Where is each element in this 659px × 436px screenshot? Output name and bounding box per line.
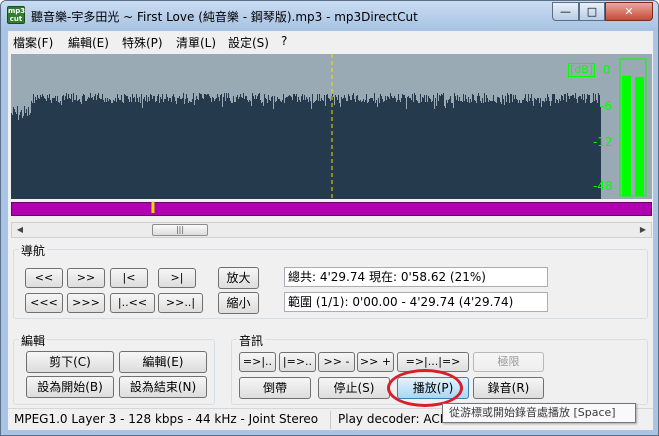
- nav-go-start-button[interactable]: |<: [110, 268, 148, 288]
- db-label-48: -48: [593, 179, 613, 193]
- play-tooltip: 從游標或開始錄音處播放 [Space]: [442, 403, 636, 423]
- position-bar[interactable]: [11, 202, 652, 216]
- nav-selection-start-button[interactable]: |..<<: [110, 293, 155, 313]
- nav-group-label: 導航: [19, 242, 48, 259]
- level-meter-right: [635, 76, 644, 196]
- range-display: 範圍 (1/1): 0'00.00 - 4'29.74 (4'29.74): [284, 292, 548, 312]
- edit-group-label: 編輯: [19, 332, 48, 349]
- db-label-12: -12: [593, 135, 613, 149]
- speed-up-button[interactable]: >> +: [357, 352, 394, 372]
- menu-help[interactable]: ?: [281, 34, 287, 48]
- status-divider: [330, 411, 331, 429]
- close-button[interactable]: ✕: [605, 2, 653, 21]
- set-end-button[interactable]: 設為結束(N): [119, 376, 207, 398]
- waveform-trace: [11, 93, 601, 199]
- menu-list[interactable]: 清單(L): [176, 34, 216, 51]
- decoder-status: Play decoder: ACM: [338, 412, 451, 426]
- window-title: 聽音樂-宇多田光 ~ First Love (純音樂 - 鋼琴版).mp3 - …: [31, 10, 418, 24]
- waveform-graph[interactable]: [11, 54, 652, 199]
- waveform-view[interactable]: [dB] 0 -6 -12 -48: [11, 54, 652, 199]
- limit-button[interactable]: 極限: [473, 352, 544, 372]
- speed-down-button[interactable]: >> -: [318, 352, 355, 372]
- nav-back-button[interactable]: <<: [25, 268, 63, 288]
- scroll-right-icon[interactable]: ▶: [635, 223, 651, 237]
- play-to-cursor-button[interactable]: =>|..: [239, 352, 276, 372]
- minimize-button[interactable]: —: [552, 2, 579, 21]
- menu-bar: 檔案(F) 編輯(E) 特殊(P) 清單(L) 設定(S) ?: [8, 31, 653, 51]
- menu-edit[interactable]: 編輯(E): [68, 34, 109, 51]
- nav-back-fast-button[interactable]: <<<: [25, 293, 63, 313]
- total-position-display: 總共: 4'29.74 現在: 0'58.62 (21%): [284, 267, 548, 287]
- mp3directcut-app-icon[interactable]: mp3 cut: [7, 6, 25, 24]
- audio-format-status: MPEG1.0 Layer 3 - 128 kbps - 44 kHz - Jo…: [14, 412, 319, 426]
- edit-button[interactable]: 編輯(E): [119, 351, 207, 373]
- title-bar[interactable]: mp3 cut 聽音樂-宇多田光 ~ First Love (純音樂 - 鋼琴版…: [1, 1, 658, 31]
- db-unit-label: [dB]: [568, 63, 596, 77]
- level-meter-left: [622, 75, 631, 196]
- nav-go-end-button[interactable]: >|: [158, 268, 196, 288]
- scroll-left-icon[interactable]: ◀: [12, 223, 28, 237]
- maximize-button[interactable]: □: [579, 2, 605, 21]
- nav-selection-end-button[interactable]: >>..|: [158, 293, 203, 313]
- zoom-in-button[interactable]: 放大: [218, 267, 259, 289]
- audio-group-label: 音訊: [237, 332, 266, 349]
- cut-button[interactable]: 剪下(C): [26, 351, 114, 373]
- nav-forward-button[interactable]: >>: [67, 268, 105, 288]
- menu-special[interactable]: 特殊(P): [122, 34, 163, 51]
- client-area: 檔案(F) 編輯(E) 特殊(P) 清單(L) 設定(S) ? [dB] 0 -…: [8, 31, 653, 430]
- horizontal-scrollbar[interactable]: ◀ ||| ▶: [11, 222, 652, 238]
- play-from-cursor-button[interactable]: |=>..: [279, 352, 316, 372]
- menu-file[interactable]: 檔案(F): [13, 34, 53, 51]
- rewind-button[interactable]: 倒帶: [239, 377, 311, 399]
- set-start-button[interactable]: 設為開始(B): [26, 376, 114, 398]
- app-window: mp3 cut 聽音樂-宇多田光 ~ First Love (純音樂 - 鋼琴版…: [0, 0, 659, 436]
- play-button-highlight: [387, 369, 463, 407]
- db-label-6: -6: [600, 99, 612, 113]
- stop-button[interactable]: 停止(S): [318, 377, 390, 399]
- record-button[interactable]: 錄音(R): [473, 377, 544, 399]
- nav-forward-fast-button[interactable]: >>>: [67, 293, 105, 313]
- zoom-out-button[interactable]: 縮小: [218, 292, 259, 314]
- menu-settings[interactable]: 設定(S): [228, 34, 269, 51]
- cursor-marker-icon[interactable]: I: [150, 199, 156, 217]
- scroll-thumb[interactable]: |||: [152, 224, 208, 236]
- db-label-0: 0: [603, 63, 611, 77]
